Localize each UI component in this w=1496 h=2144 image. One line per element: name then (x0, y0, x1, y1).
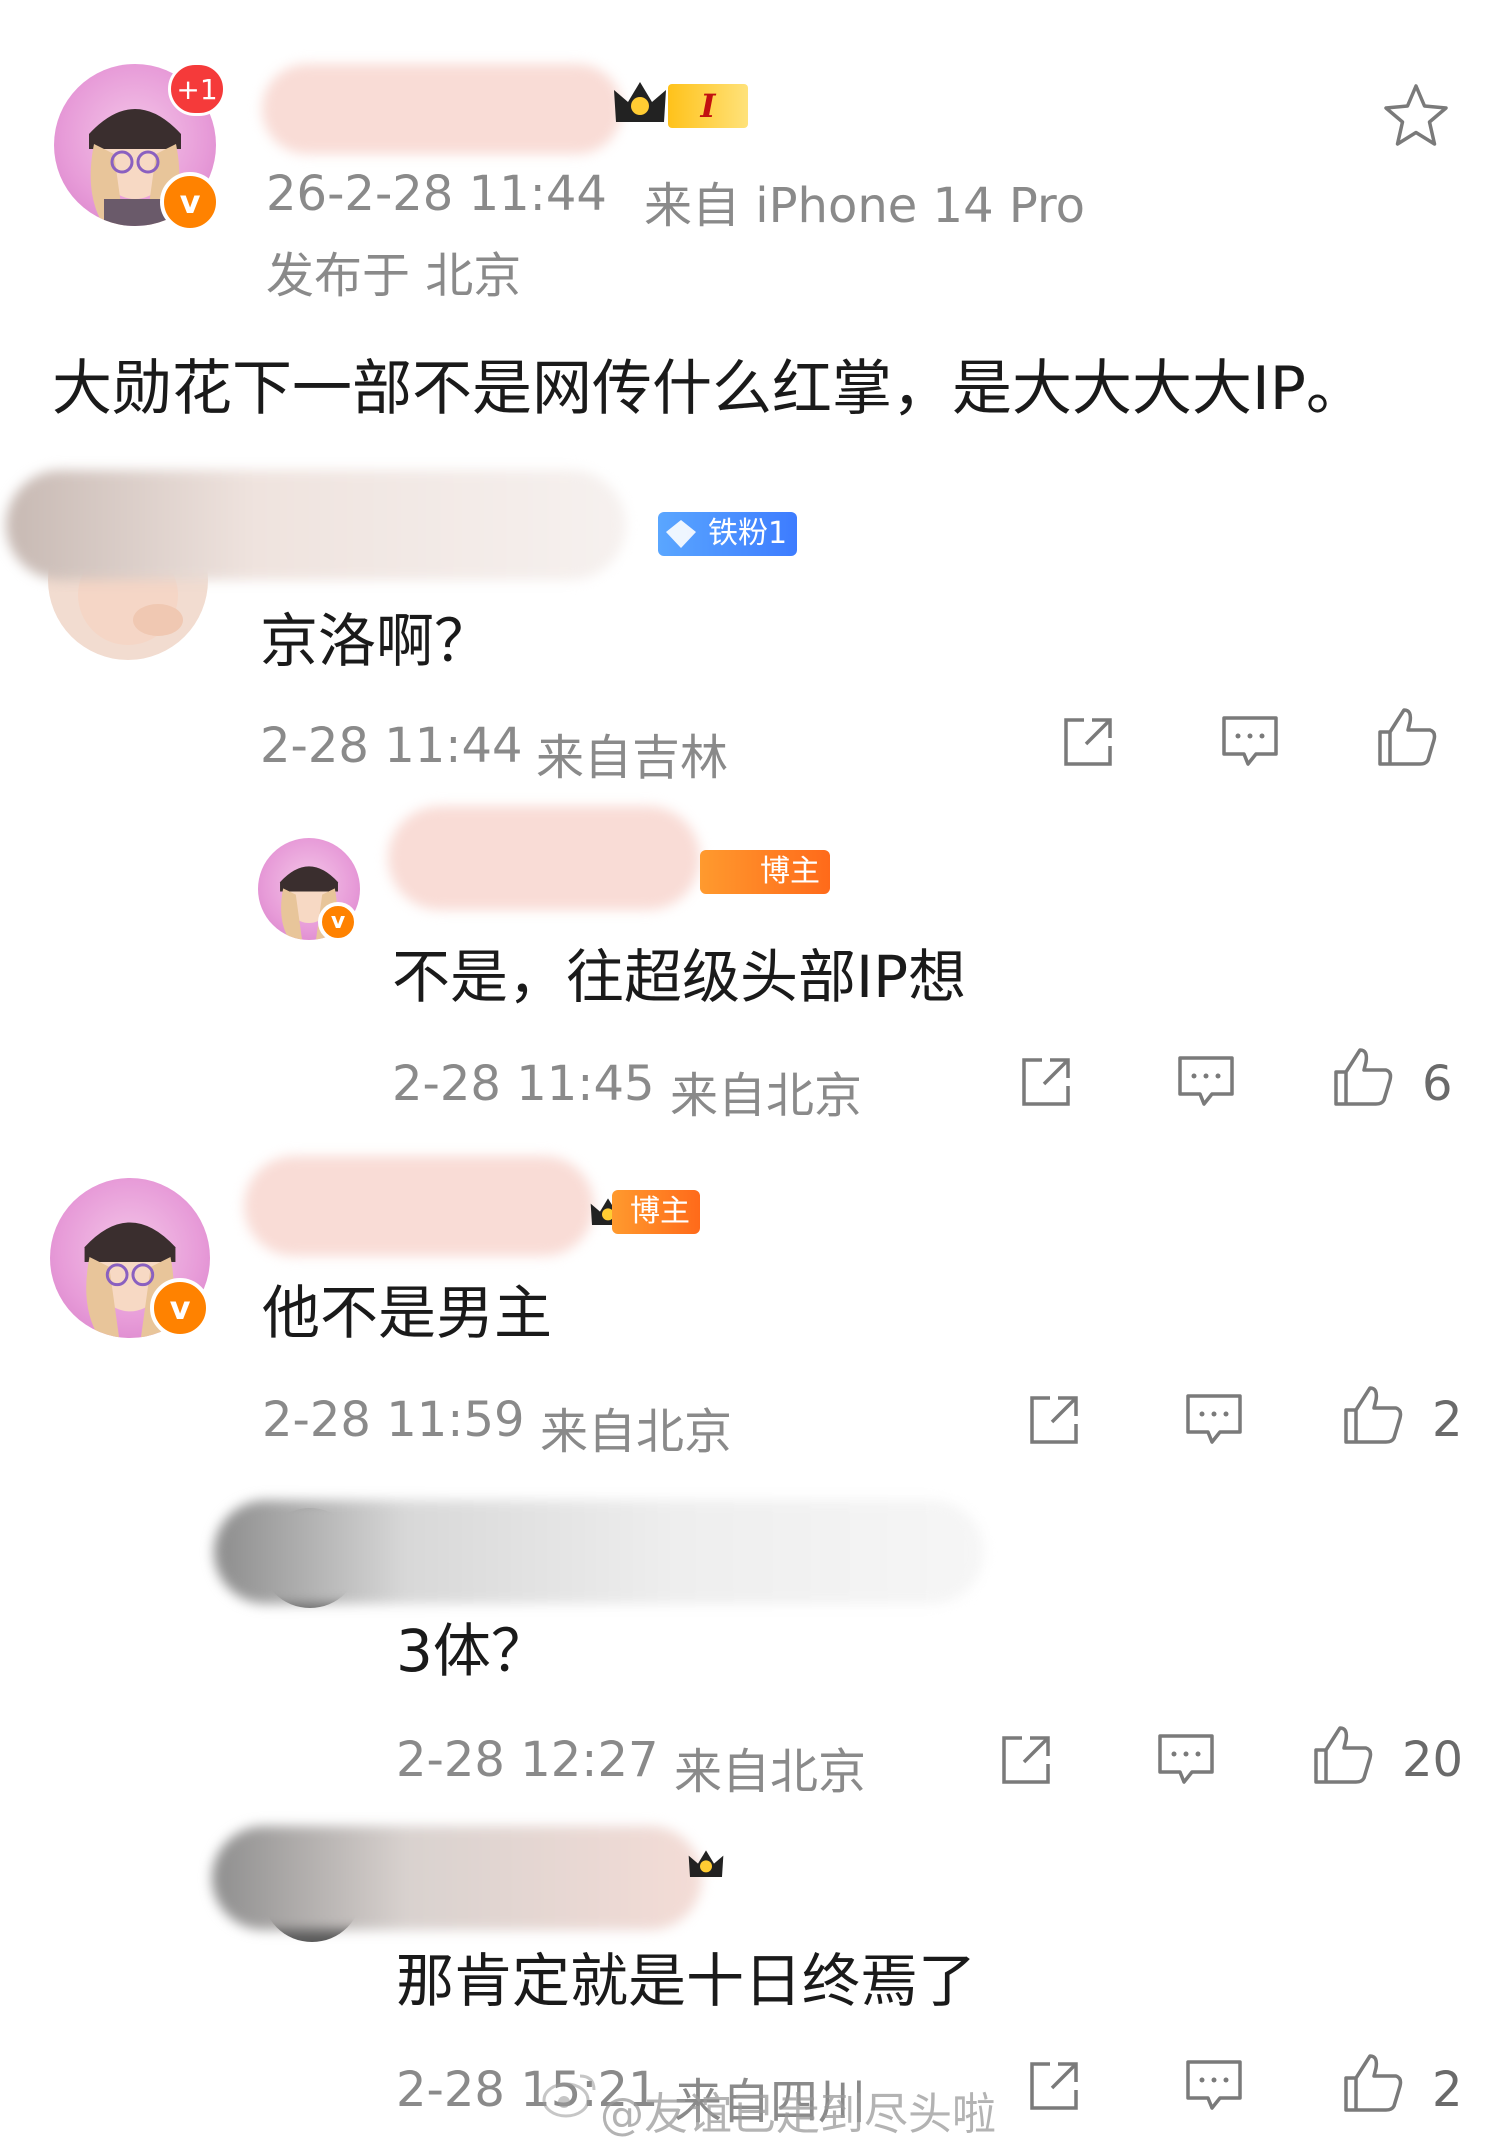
like-icon[interactable] (1340, 2050, 1406, 2120)
comment-source: 来自北京 (674, 1744, 867, 1800)
comment-text: 3体？ (396, 1617, 549, 1685)
verified-badge-icon: v (160, 172, 220, 232)
commenter-name-redacted[interactable] (214, 1500, 984, 1604)
like-count: 6 (1422, 1056, 1453, 1112)
post-location: 发布于 北京 (266, 248, 522, 304)
like-count: 20 (1402, 1732, 1464, 1788)
post-source: 来自 iPhone 14 Pro (644, 178, 1086, 234)
crown-icon (686, 1842, 726, 1892)
commenter-name-redacted[interactable] (244, 1156, 594, 1256)
like-count: 2 (1432, 2062, 1463, 2118)
comment-icon[interactable] (1218, 712, 1282, 776)
comment-timestamp: 2-28 11:45 (392, 1056, 655, 1112)
comment-source: 来自北京 (670, 1068, 863, 1124)
share-icon[interactable] (996, 1730, 1056, 1794)
comment-icon[interactable] (1154, 1730, 1218, 1794)
like-count: 2 (1432, 1392, 1463, 1448)
share-icon[interactable] (1058, 712, 1118, 776)
like-icon[interactable] (1310, 1722, 1376, 1792)
post-text: 大勋花下一部不是网传什么红掌，是大大大大IP。 (52, 354, 1366, 424)
weibo-logo-icon (540, 2070, 598, 2124)
diamond-icon (664, 518, 698, 554)
comment-timestamp: 2-28 11:44 (260, 718, 523, 774)
comment-text: 京洛啊？ (260, 607, 493, 675)
comment-text: 不是，往超级头部IP想 (392, 943, 967, 1011)
comment-timestamp: 2-28 11:59 (262, 1392, 525, 1448)
comment-icon[interactable] (1174, 1052, 1238, 1116)
watermark: @友谊已走到尽头啦 (600, 2089, 996, 2140)
commenter-name-redacted[interactable] (6, 470, 626, 580)
like-icon[interactable] (1330, 1044, 1396, 1114)
star-icon[interactable] (1380, 80, 1452, 156)
author-badge: 博主 (612, 1190, 700, 1234)
verified-badge-icon: v (318, 902, 358, 942)
like-icon[interactable] (1340, 1382, 1406, 1452)
share-icon[interactable] (1024, 2056, 1084, 2120)
author-badge: 博主 (700, 850, 830, 894)
commenter-name-redacted[interactable] (388, 806, 700, 910)
comment-source: 来自北京 (540, 1404, 733, 1460)
share-icon[interactable] (1024, 1390, 1084, 1454)
verified-badge-icon: v (150, 1278, 210, 1338)
level-badge: I (668, 84, 748, 128)
commenter-name-redacted[interactable] (212, 1826, 702, 1930)
comment-text: 那肯定就是十日终焉了 (396, 1947, 977, 2015)
share-icon[interactable] (1016, 1052, 1076, 1116)
crown-icon (610, 76, 670, 136)
poster-name-redacted[interactable] (262, 64, 622, 154)
comment-timestamp: 2-28 12:27 (396, 1732, 659, 1788)
comment-icon[interactable] (1182, 2056, 1246, 2120)
post-timestamp: 26-2-28 11:44 (266, 166, 607, 222)
like-icon[interactable] (1374, 704, 1440, 774)
comment-text: 他不是男主 (262, 1279, 553, 1347)
notification-badge[interactable]: +1 (168, 62, 226, 116)
comment-icon[interactable] (1182, 1390, 1246, 1454)
comment-source: 来自吉林 (536, 730, 729, 786)
